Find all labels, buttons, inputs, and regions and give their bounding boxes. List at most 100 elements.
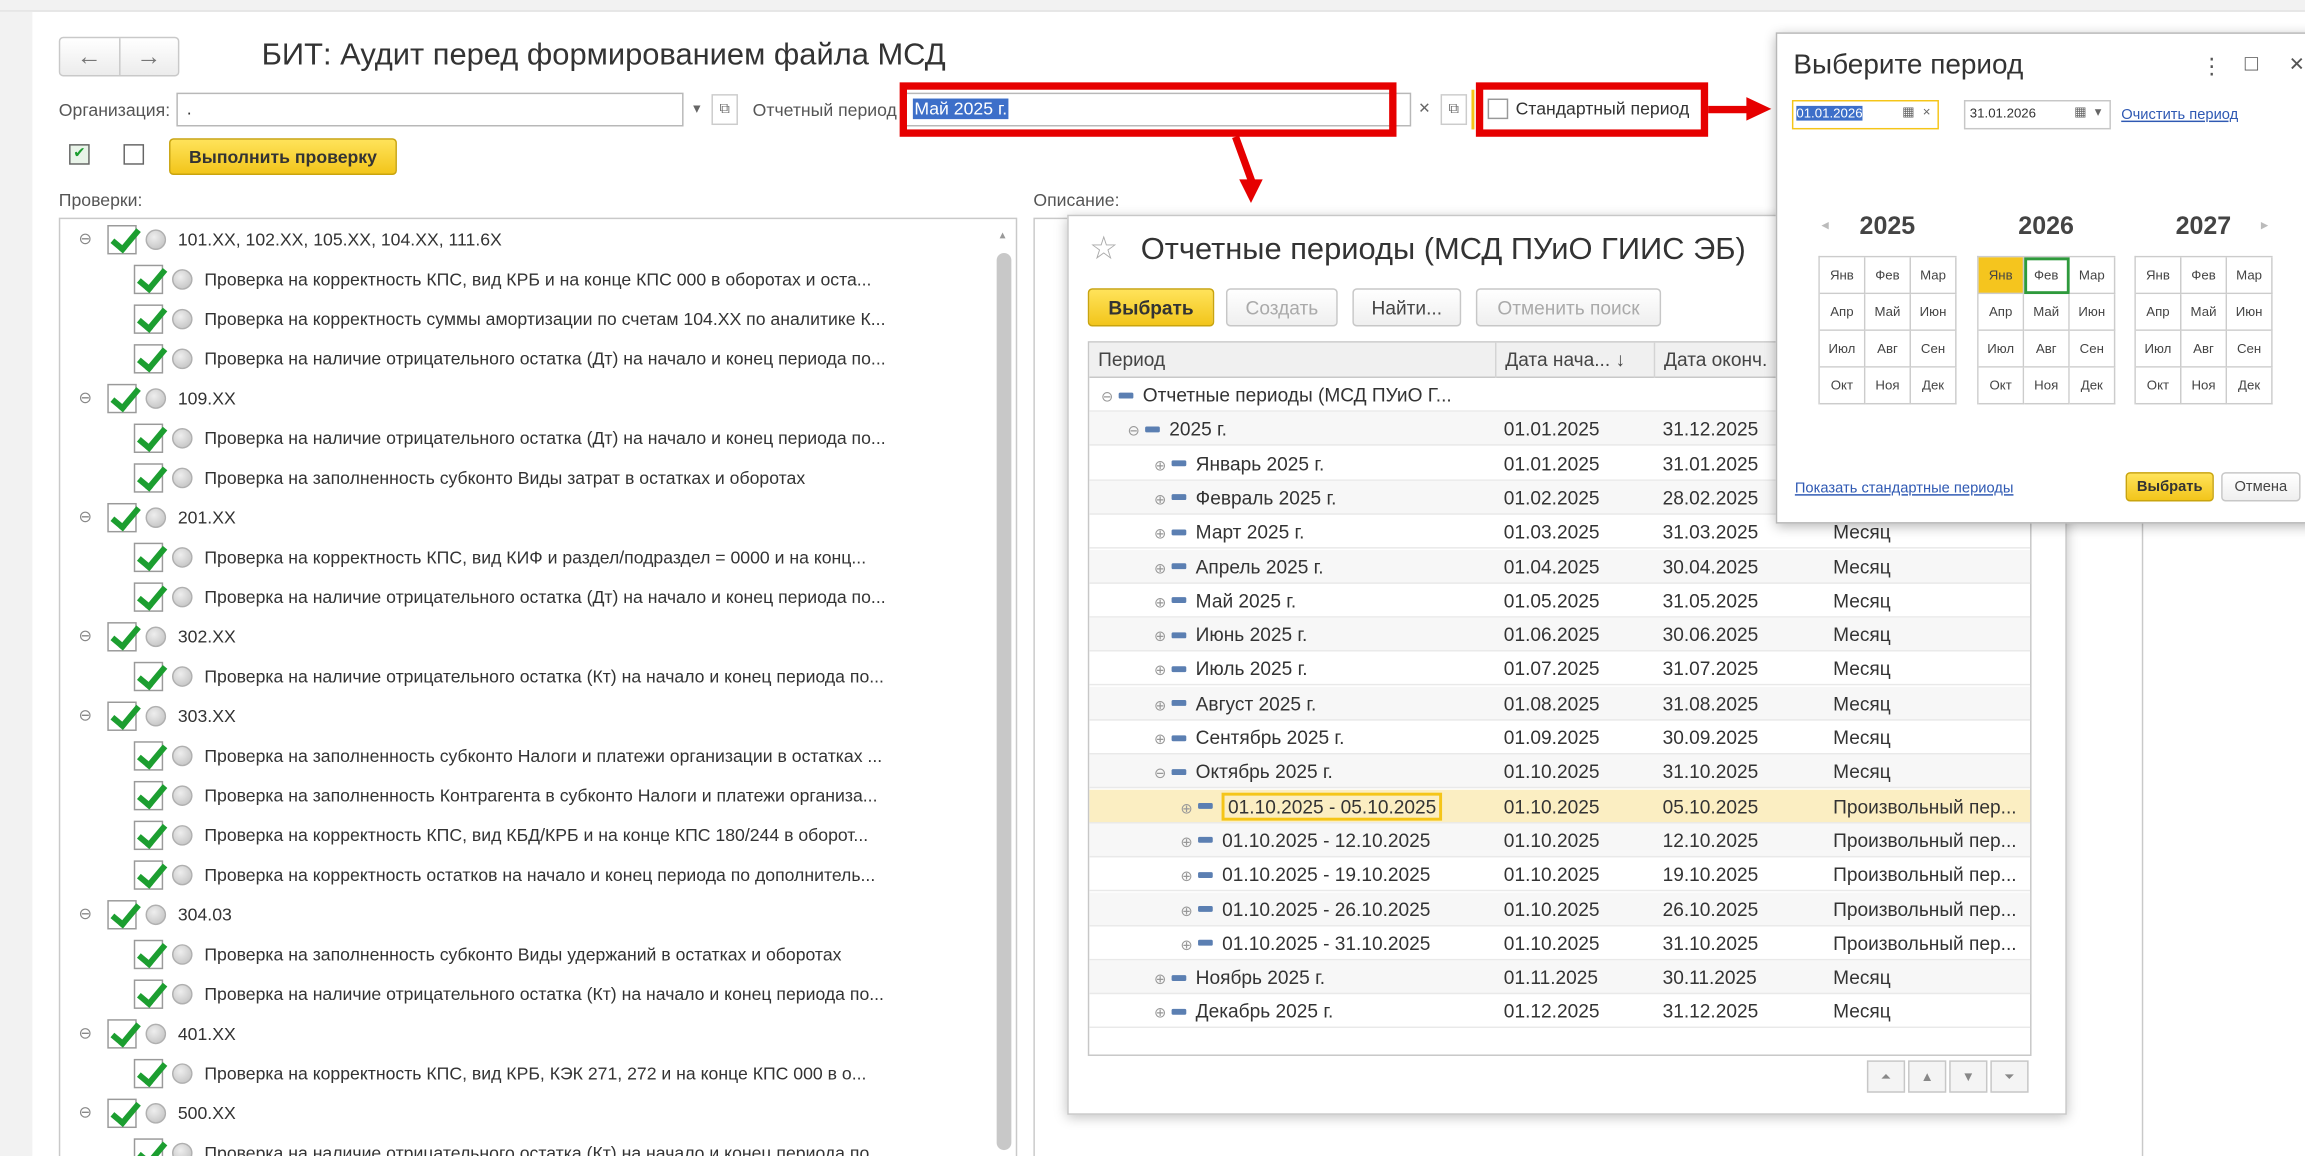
month-cell[interactable]: Фев xyxy=(1865,257,1911,295)
collapse-icon[interactable]: ⊖ xyxy=(75,507,96,527)
expand-icon[interactable]: ⊕ xyxy=(1180,835,1192,851)
page-down-icon[interactable]: ▼ xyxy=(1949,1060,1988,1093)
check-row[interactable]: Проверка на наличие отрицательного остат… xyxy=(133,577,886,617)
check-row[interactable]: Проверка на наличие отрицательного остат… xyxy=(133,974,884,1014)
month-cell[interactable]: Дек xyxy=(2069,367,2116,405)
close-icon[interactable]: ✕ xyxy=(2289,53,2305,77)
check-row[interactable]: Проверка на наличие отрицательного остат… xyxy=(133,656,884,696)
check-row[interactable]: Проверка на наличие отрицательного остат… xyxy=(133,418,886,458)
expand-icon[interactable]: ⊕ xyxy=(1154,595,1166,611)
table-row[interactable]: ⊕ 01.10.2025 - 26.10.2025 01.10.2025 26.10.… xyxy=(1089,891,2031,926)
open-icon[interactable]: ⧉ xyxy=(711,94,738,126)
check-group-row[interactable]: ⊖ 304.03 xyxy=(75,894,232,934)
table-row[interactable]: ⊕ Август 2025 г. 01.08.2025 31.08.2025 Месяц xyxy=(1089,686,2031,721)
month-cell[interactable]: Сен xyxy=(1911,330,1957,368)
month-cell[interactable]: Май xyxy=(1865,294,1911,331)
date-from-field[interactable]: 01.01.2026 ▦ × xyxy=(1791,100,1939,130)
month-cell[interactable]: Ноя xyxy=(2024,367,2070,405)
table-row[interactable]: ⊕ Декабрь 2025 г. 01.12.2025 31.12.2025 Меся… xyxy=(1089,995,2031,1029)
check-row[interactable]: Проверка на наличие отрицательного остат… xyxy=(133,1132,884,1156)
collapse-icon[interactable]: ⊖ xyxy=(75,229,96,249)
checkbox-checked[interactable] xyxy=(133,541,164,572)
checkbox-checked[interactable] xyxy=(107,383,137,413)
check-row[interactable]: Проверка на заполненность Контрагента в … xyxy=(133,775,877,815)
expand-icon[interactable]: ⊕ xyxy=(1180,801,1192,817)
clear-date-icon[interactable]: × xyxy=(1923,104,1931,119)
month-cell[interactable]: Мар xyxy=(1911,257,1957,295)
checkbox-checked[interactable] xyxy=(133,422,164,453)
month-cell[interactable]: Авг xyxy=(2181,330,2228,368)
expand-icon[interactable]: ⊕ xyxy=(1180,904,1192,920)
month-cell[interactable]: Апр xyxy=(1819,294,1866,331)
picker-cancel-button[interactable]: Отмена xyxy=(2221,472,2301,502)
table-row[interactable]: ⊕ Май 2025 г. 01.05.2025 31.05.2025 Месяц xyxy=(1089,584,2031,618)
checkbox-checked[interactable] xyxy=(133,1137,164,1156)
dropdown-icon[interactable]: ▾ xyxy=(2095,104,2102,120)
collapse-icon[interactable]: ⊖ xyxy=(75,388,96,408)
back-icon[interactable]: ← xyxy=(60,38,118,75)
month-cell[interactable]: Июн xyxy=(1911,294,1957,331)
checkbox-checked[interactable] xyxy=(133,462,164,492)
month-cell[interactable]: Авг xyxy=(1865,330,1911,368)
clear-icon[interactable]: ✕ xyxy=(1411,94,1437,125)
calendar-icon[interactable]: ▦ xyxy=(1902,104,1915,120)
find-button[interactable]: Найти... xyxy=(1352,288,1462,327)
month-cell[interactable]: Окт xyxy=(1978,367,2025,405)
month-cell[interactable]: Сен xyxy=(2227,330,2273,368)
checkbox-checked[interactable] xyxy=(133,939,164,969)
table-row[interactable]: ⊕ 01.10.2025 - 19.10.2025 01.10.2025 19.10.… xyxy=(1089,858,2031,892)
table-row[interactable]: ⊕ Июль 2025 г. 01.07.2025 31.07.2025 Месяц xyxy=(1089,652,2031,686)
expand-icon[interactable]: ⊕ xyxy=(1180,869,1192,885)
checkbox-checked[interactable] xyxy=(107,502,137,532)
table-row[interactable]: ⊕ Апрель 2025 г. 01.04.2025 30.04.2025 Месяц xyxy=(1089,549,2031,584)
table-row[interactable]: ⊕ Июнь 2025 г. 01.06.2025 30.06.2025 Месяц xyxy=(1089,617,2031,652)
date-to-field[interactable]: 31.01.2026 ▦ ▾ xyxy=(1963,100,2111,130)
month-cell[interactable]: Мар xyxy=(2069,257,2116,295)
month-cell[interactable]: Май xyxy=(2181,294,2228,331)
table-row[interactable]: ⊖ Октябрь 2025 г. 01.10.2025 31.10.2025 Меся… xyxy=(1089,754,2031,789)
checkbox-checked[interactable] xyxy=(133,740,164,770)
year-label[interactable]: 2026 xyxy=(2018,212,2074,241)
clear-period-link[interactable]: Очистить период xyxy=(2121,107,2238,123)
expand-icon[interactable]: ⊕ xyxy=(1154,493,1166,509)
collapse-icon[interactable]: ⊖ xyxy=(1154,767,1166,783)
checkbox-checked[interactable] xyxy=(133,303,164,334)
checkbox-checked[interactable] xyxy=(133,978,164,1009)
month-cell[interactable]: Ноя xyxy=(2181,367,2228,405)
month-cell[interactable]: Июл xyxy=(2135,330,2182,368)
check-row[interactable]: Проверка на корректность суммы амортизац… xyxy=(133,299,885,339)
month-cell[interactable]: Янв xyxy=(1819,257,1866,295)
month-cell[interactable]: Июн xyxy=(2227,294,2273,331)
check-row[interactable]: Проверка на заполненность субконто Виды … xyxy=(133,457,805,497)
checkbox-checked[interactable] xyxy=(107,224,137,254)
year-label[interactable]: 2027 xyxy=(2176,212,2232,241)
month-cell[interactable]: Апр xyxy=(2135,294,2182,331)
expand-icon[interactable]: ⊕ xyxy=(1154,698,1166,714)
run-check-button[interactable]: Выполнить проверку xyxy=(169,138,397,176)
checkbox-checked[interactable] xyxy=(133,819,164,850)
picker-select-button[interactable]: Выбрать xyxy=(2125,472,2214,502)
check-row[interactable]: Проверка на корректность КПС, вид КРБ, К… xyxy=(133,1053,866,1093)
month-cell[interactable]: Дек xyxy=(2227,367,2273,405)
dropdown-icon[interactable]: ▾ xyxy=(684,94,710,125)
page-up-icon[interactable]: ▲ xyxy=(1908,1060,1947,1093)
month-cell[interactable]: Мар xyxy=(2227,257,2273,295)
month-cell[interactable]: Янв xyxy=(2135,257,2182,295)
checkbox-checked[interactable] xyxy=(107,700,137,731)
cancel-search-button[interactable]: Отменить поиск xyxy=(1475,288,1662,327)
month-cell[interactable]: Окт xyxy=(1819,367,1866,405)
check-group-row[interactable]: ⊖ 303.XX xyxy=(75,696,236,736)
org-field[interactable]: . xyxy=(176,92,684,127)
prev-years-icon[interactable]: ◂ xyxy=(1821,218,1828,234)
collapse-icon[interactable]: ⊖ xyxy=(1101,390,1113,406)
table-row[interactable]: ⊕ Сентябрь 2025 г. 01.09.2025 30.09.2025 Мес… xyxy=(1089,721,2031,755)
check-row[interactable]: Проверка на заполненность субконто Налог… xyxy=(133,735,882,775)
month-cell[interactable]: Май xyxy=(2024,294,2070,331)
last-page-icon[interactable]: ⏷ xyxy=(1990,1060,2029,1093)
check-group-row[interactable]: ⊖ 101.XX, 102.XX, 105.XX, 104.XX, 111.6X xyxy=(75,219,502,259)
month-cell[interactable]: Фев xyxy=(2024,257,2070,295)
month-cell[interactable]: Ноя xyxy=(1865,367,1911,405)
uncheck-all-icon[interactable] xyxy=(123,144,145,165)
scrollbar[interactable] xyxy=(996,252,1012,1151)
month-cell[interactable]: Окт xyxy=(2135,367,2182,405)
